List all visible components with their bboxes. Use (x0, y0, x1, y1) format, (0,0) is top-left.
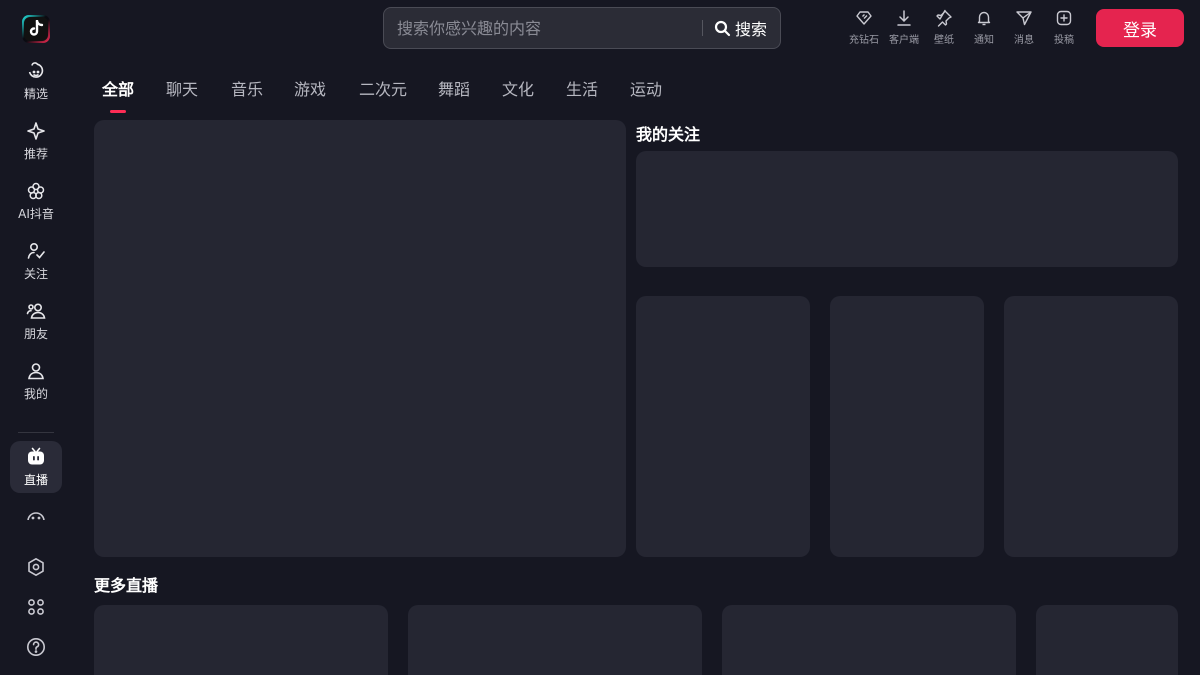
top-icon-label: 消息 (1014, 35, 1034, 46)
sidebar-item-ai-douyin[interactable]: AI抖音 (10, 175, 62, 227)
sidebar-item-following[interactable]: 关注 (10, 235, 62, 287)
top-icon-label: 投稿 (1054, 35, 1074, 46)
more-live-card[interactable] (1036, 605, 1178, 675)
tab-all[interactable]: 全部 (102, 76, 134, 100)
more-live-card[interactable] (94, 605, 388, 675)
more-live-section-title: 更多直播 (94, 576, 159, 595)
top-icon-label: 壁纸 (934, 35, 954, 46)
live-room-card[interactable] (830, 296, 984, 557)
login-button[interactable]: 登录 (1096, 9, 1184, 47)
sidebar-item-label: AI抖音 (18, 207, 54, 221)
sidebar-item-label: 推荐 (23, 147, 48, 161)
sidebar: 精选 推荐 AI抖音 关注 朋友 我的 直播 (0, 0, 72, 675)
live-room-card[interactable] (636, 296, 810, 557)
search-button[interactable]: 搜索 (714, 8, 776, 48)
tab-chat[interactable]: 聊天 (166, 76, 198, 100)
gauge-icon[interactable] (25, 510, 47, 520)
tab-dance[interactable]: 舞蹈 (438, 76, 470, 100)
sidebar-item-label: 关注 (23, 267, 48, 281)
sidebar-item-label: 精选 (23, 87, 48, 101)
more-live-card[interactable] (408, 605, 702, 675)
search-input[interactable] (397, 8, 697, 48)
sidebar-item-label: 直播 (23, 473, 48, 487)
follow-check-icon (25, 240, 47, 262)
diamond-icon (855, 9, 873, 27)
bell-icon (975, 9, 993, 27)
featured-live-player[interactable] (94, 120, 626, 557)
settings-hex-icon[interactable] (25, 556, 47, 578)
search-icon (714, 20, 731, 37)
upload-button[interactable]: 投稿 (1044, 9, 1084, 49)
apps-grid-icon[interactable] (25, 596, 47, 618)
douyin-logo-icon[interactable] (22, 15, 50, 43)
client-download-button[interactable]: 客户端 (884, 9, 924, 49)
following-section-title: 我的关注 (636, 125, 701, 144)
tab-music[interactable]: 音乐 (231, 76, 263, 100)
smile-face-icon (25, 60, 47, 82)
download-icon (895, 9, 913, 27)
sidebar-item-label: 我的 (23, 387, 48, 401)
tab-life[interactable]: 生活 (566, 76, 598, 100)
top-icon-label: 通知 (974, 35, 994, 46)
recharge-diamond-button[interactable]: 充钻石 (844, 9, 884, 49)
message-button[interactable]: 消息 (1004, 9, 1044, 49)
send-icon (1015, 9, 1033, 27)
tab-games[interactable]: 游戏 (294, 76, 326, 100)
sidebar-item-featured[interactable]: 精选 (10, 55, 62, 107)
tv-icon (25, 446, 47, 468)
sidebar-item-recommend[interactable]: 推荐 (10, 115, 62, 167)
active-tab-indicator (110, 110, 126, 113)
tab-sports[interactable]: 运动 (630, 76, 662, 100)
user-icon (25, 360, 47, 382)
following-list-card[interactable] (636, 151, 1178, 267)
help-icon[interactable] (25, 636, 47, 658)
friends-icon (25, 300, 47, 322)
pin-icon (935, 9, 953, 27)
live-room-card[interactable] (1004, 296, 1178, 557)
sidebar-item-friends[interactable]: 朋友 (10, 295, 62, 347)
search-separator (702, 20, 703, 36)
tab-culture[interactable]: 文化 (502, 76, 534, 100)
more-live-card[interactable] (722, 605, 1016, 675)
top-icon-label: 充钻石 (849, 35, 879, 46)
search-button-label: 搜索 (735, 20, 768, 39)
upload-plus-icon (1055, 9, 1073, 27)
sidebar-item-mine[interactable]: 我的 (10, 355, 62, 407)
sidebar-item-label: 朋友 (23, 327, 48, 341)
sparkle-icon (25, 120, 47, 142)
search-bar: 搜索 (383, 7, 781, 49)
flower-icon (25, 180, 47, 202)
top-icon-label: 客户端 (889, 35, 919, 46)
app-root: 精选 推荐 AI抖音 关注 朋友 我的 直播 搜索你感兴趣的内容 搜索 充钻石 … (0, 0, 1200, 675)
tab-anime[interactable]: 二次元 (359, 76, 407, 100)
sidebar-divider (18, 432, 54, 433)
notification-button[interactable]: 通知 (964, 9, 1004, 49)
wallpaper-button[interactable]: 壁纸 (924, 9, 964, 49)
sidebar-item-live[interactable]: 直播 (10, 441, 62, 493)
